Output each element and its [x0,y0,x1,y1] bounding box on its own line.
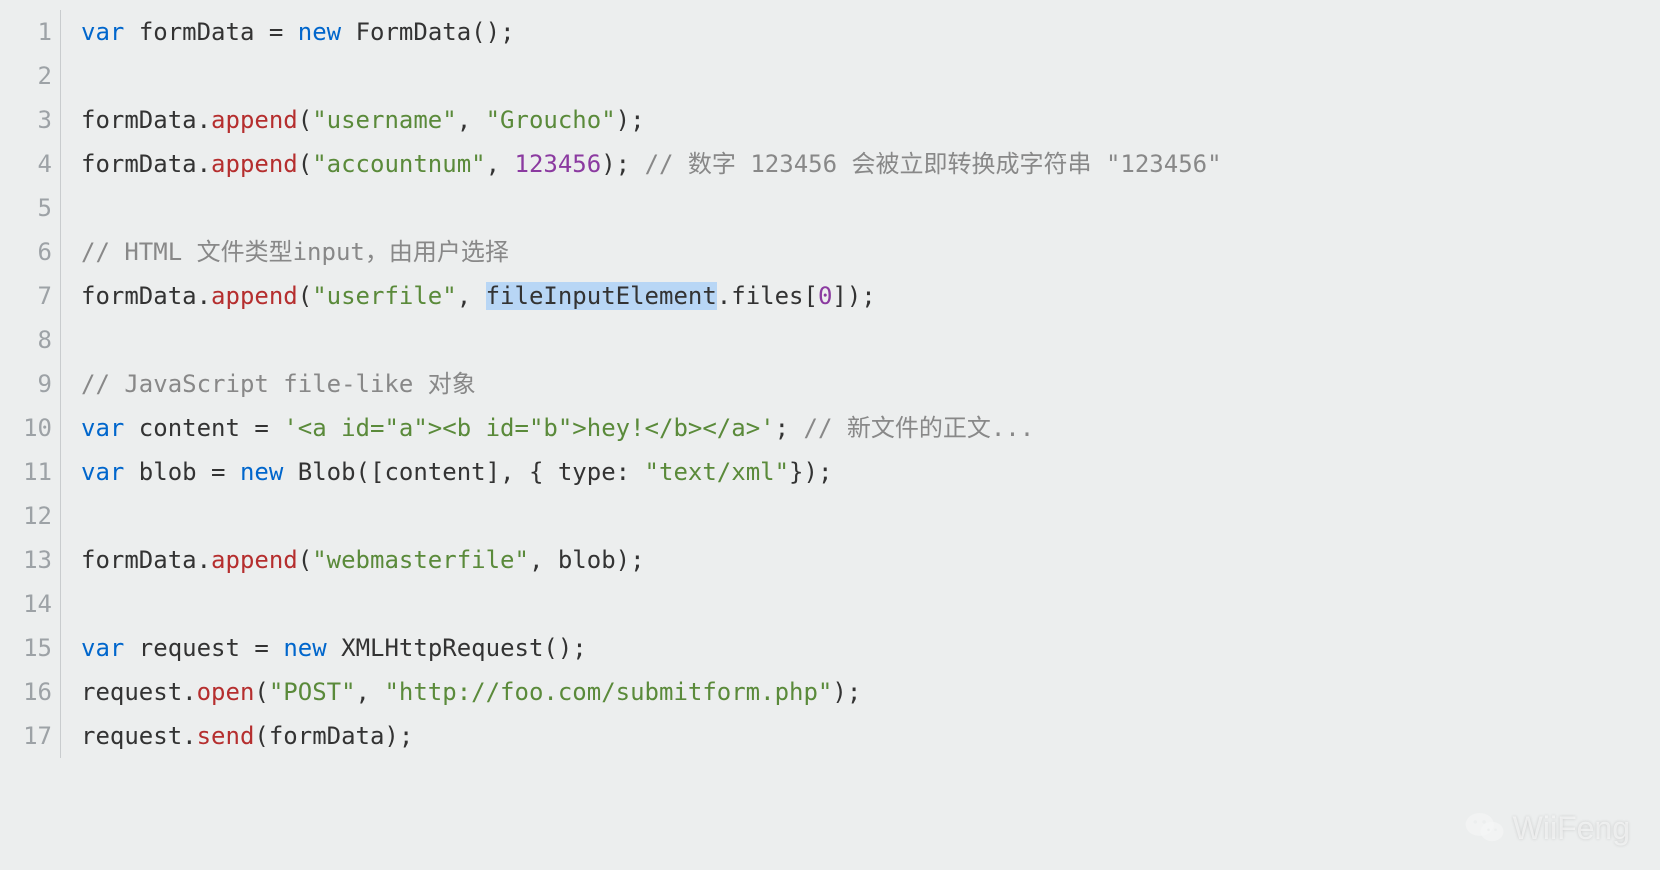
code-line: formData.append("username", "Groucho"); [81,98,1660,142]
selected-text: fileInputElement [486,282,717,310]
code-line: var formData = new FormData(); [81,10,1660,54]
line-number: 12 [0,494,52,538]
code-line [81,494,1660,538]
line-number: 14 [0,582,52,626]
line-number: 7 [0,274,52,318]
line-number: 8 [0,318,52,362]
code-line: var request = new XMLHttpRequest(); [81,626,1660,670]
code-line: formData.append("userfile", fileInputEle… [81,274,1660,318]
line-number: 10 [0,406,52,450]
line-number: 3 [0,98,52,142]
watermark-text: WiiFeng [1513,810,1630,847]
code-line: formData.append("accountnum", 123456); /… [81,142,1660,186]
code-line: request.send(formData); [81,714,1660,758]
code-line: var content = '<a id="a"><b id="b">hey!<… [81,406,1660,450]
code-line: // HTML 文件类型input，由用户选择 [81,230,1660,274]
line-number: 16 [0,670,52,714]
code-line [81,582,1660,626]
line-number: 1 [0,10,52,54]
code-line: formData.append("webmasterfile", blob); [81,538,1660,582]
line-number: 11 [0,450,52,494]
line-number: 17 [0,714,52,758]
code-line [81,318,1660,362]
code-line: var blob = new Blob([content], { type: "… [81,450,1660,494]
line-number: 6 [0,230,52,274]
code-line: request.open("POST", "http://foo.com/sub… [81,670,1660,714]
line-number: 2 [0,54,52,98]
code-line [81,54,1660,98]
line-number: 4 [0,142,52,186]
watermark: WiiFeng [1463,806,1630,850]
code-area[interactable]: var formData = new FormData(); formData.… [60,10,1660,758]
line-number: 5 [0,186,52,230]
line-number: 15 [0,626,52,670]
line-number: 9 [0,362,52,406]
line-number-gutter: 1 2 3 4 5 6 7 8 9 10 11 12 13 14 15 16 1… [0,10,60,758]
code-line [81,186,1660,230]
wechat-icon [1463,806,1507,850]
code-container: 1 2 3 4 5 6 7 8 9 10 11 12 13 14 15 16 1… [0,0,1660,768]
line-number: 13 [0,538,52,582]
code-line: // JavaScript file-like 对象 [81,362,1660,406]
